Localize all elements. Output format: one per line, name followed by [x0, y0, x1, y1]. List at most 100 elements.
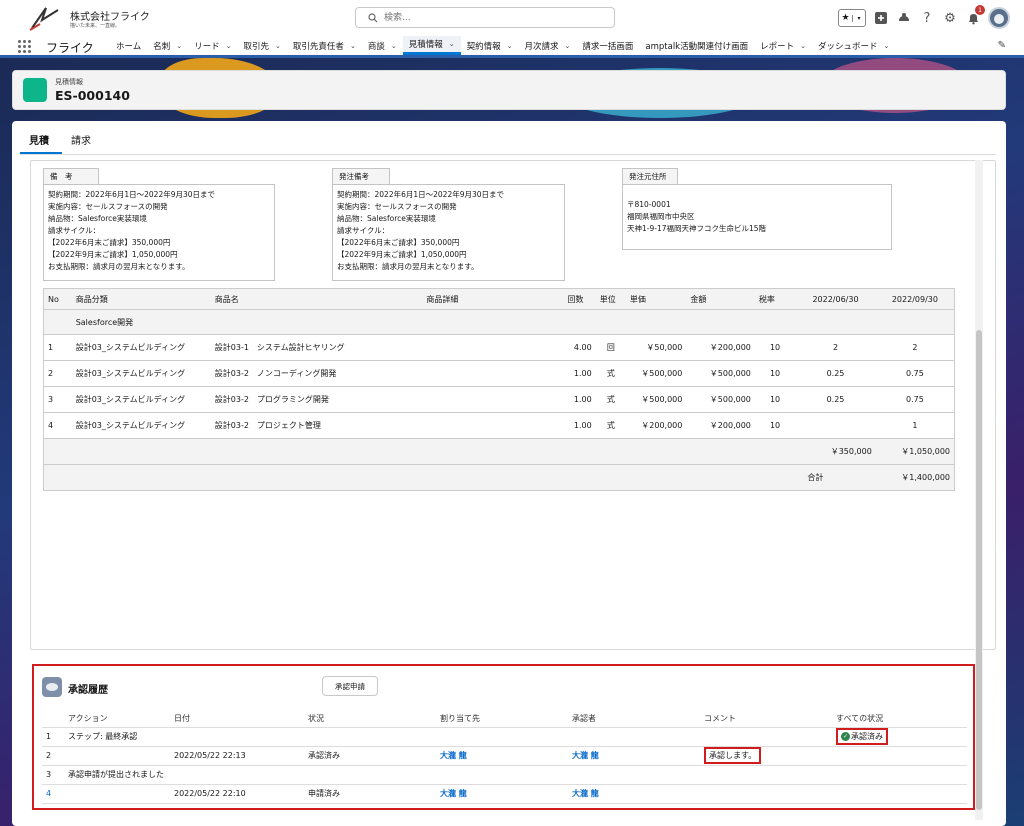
bell-icon[interactable]: 1: [965, 5, 985, 26]
record-tabs: 見積 請求: [20, 133, 104, 155]
user-avatar[interactable]: [988, 7, 1010, 29]
approval-row-number: 4: [42, 784, 64, 804]
col-unit: 単位: [595, 288, 626, 310]
approval-comment-cell: [700, 765, 832, 785]
chevron-down-icon[interactable]: ▾: [851, 14, 865, 22]
approval-assignee-link: [436, 727, 568, 747]
chevron-down-icon[interactable]: ⌄: [507, 42, 513, 50]
note-line: 請求サイクル：: [337, 226, 390, 235]
nav-item-label: 取引先: [243, 41, 270, 52]
note-line: 〒810-0001: [627, 200, 671, 209]
approval-status: 申請済み: [304, 784, 436, 804]
chevron-down-icon[interactable]: ⌄: [800, 42, 806, 50]
approval-assignee-link[interactable]: 大瀧 龍: [436, 746, 568, 766]
nav-item-2[interactable]: リード ⌄: [188, 36, 237, 55]
note-line: 請求サイクル：: [48, 226, 101, 235]
chevron-down-icon[interactable]: ⌄: [226, 42, 232, 50]
search-icon: [368, 13, 378, 23]
chevron-down-icon[interactable]: ⌄: [391, 42, 397, 50]
nav-item-6[interactable]: 見積情報 ⌄: [402, 36, 461, 55]
approval-approver-link[interactable]: 大瀧 龍: [568, 784, 700, 804]
scrollbar[interactable]: [975, 160, 983, 820]
item-cell-product: 設計03-2 プロジェクト管理: [210, 412, 423, 439]
approval-row: 3 承認申請が提出されました: [42, 765, 967, 785]
nav-item-label: 見積情報: [408, 40, 443, 50]
record-header: 見積情報 ES-000140: [12, 70, 1006, 255]
chevron-down-icon[interactable]: ⌄: [565, 42, 571, 50]
nav-item-8[interactable]: 月次請求 ⌄: [518, 36, 576, 55]
nav-item-3[interactable]: 取引先 ⌄: [238, 36, 287, 55]
nav-item-11[interactable]: レポート ⌄: [754, 36, 812, 55]
search-input[interactable]: [384, 11, 604, 25]
edit-nav-icon[interactable]: ✎: [998, 40, 1006, 51]
col-no: No: [43, 288, 72, 310]
item-cell-qty: 1.00: [563, 412, 596, 439]
note-line: お支払期限：請求月の翌月末となります。: [337, 262, 479, 271]
approval-approver-link[interactable]: 大瀧 龍: [568, 746, 700, 766]
approval-assignee-link[interactable]: 大瀧 龍: [436, 784, 568, 804]
record-type: 見積情報: [55, 78, 83, 86]
app-launcher-icon[interactable]: [18, 40, 31, 53]
nav-item-label: 請求一括画面: [582, 41, 634, 52]
chevron-down-icon[interactable]: ⌄: [350, 42, 356, 50]
gear-icon[interactable]: ⚙: [942, 10, 958, 26]
nav-item-10[interactable]: amptalk活動関連付け画面: [639, 36, 754, 55]
approval-date: 2022/05/22 22:10: [170, 784, 304, 804]
tab-invoice[interactable]: 請求: [62, 133, 104, 155]
nav-item-12[interactable]: ダッシュボード ⌄: [812, 36, 895, 55]
trailhead-icon[interactable]: [896, 10, 912, 26]
quote-items-table: No 商品分類 商品名 商品詳細 回数 単位 単価 金額 税率 2022/06/…: [43, 288, 955, 491]
nav-item-7[interactable]: 契約情報 ⌄: [461, 36, 519, 55]
item-cell-d1: [795, 412, 876, 439]
approval-comment-cell: [700, 727, 832, 747]
item-cell-qty: 1.00: [563, 386, 596, 413]
nav-item-label: レポート: [760, 41, 795, 52]
note-line: 【2022年9月末ご請求】1,050,000円: [337, 250, 467, 259]
help-icon[interactable]: ?: [919, 10, 935, 26]
nav-item-label: 契約情報: [466, 41, 501, 52]
item-cell-detail: [422, 386, 564, 413]
chevron-down-icon[interactable]: ⌄: [275, 42, 281, 50]
add-icon[interactable]: [873, 10, 889, 26]
app-navigation: フライク ホーム 名刺 ⌄ リード ⌄ 取引先 ⌄ 取引先責任者 ⌄ 商談 ⌄ 見積情報 ⌄ 契約情報 ⌄ 月…: [0, 36, 1024, 58]
note-line: 福岡県福岡市中央区: [627, 212, 695, 221]
nav-item-5[interactable]: 商談 ⌄: [362, 36, 403, 55]
nav-item-0[interactable]: ホーム: [110, 36, 147, 55]
global-search[interactable]: [355, 7, 615, 28]
app-name: フライク: [46, 41, 94, 55]
submit-approval-button[interactable]: 承認申請: [322, 676, 378, 696]
nav-item-label: ダッシュボード: [818, 41, 878, 52]
col-action: アクション: [64, 711, 170, 728]
favorites-button[interactable]: ★ ▾: [838, 9, 866, 27]
approval-comment-cell: 承認します。: [700, 746, 832, 766]
star-icon: ★: [841, 13, 850, 23]
approval-approver-link: [568, 765, 700, 785]
col-category: 商品分類: [71, 288, 211, 310]
chevron-down-icon[interactable]: ⌄: [176, 42, 182, 50]
approval-action: [64, 746, 170, 766]
company-logo[interactable]: [28, 4, 64, 32]
col-date1: 2022/06/30: [795, 288, 876, 310]
approval-assignee-link: [436, 765, 568, 785]
chevron-down-icon[interactable]: ⌄: [449, 40, 455, 48]
nav-item-label: 商談: [367, 41, 385, 52]
overall-status-badge: ✓ 承認済み: [836, 728, 888, 745]
nav-item-4[interactable]: 取引先責任者 ⌄: [287, 36, 362, 55]
chevron-down-icon[interactable]: ⌄: [884, 42, 890, 50]
note-line: 納品物：Salesforce実装環境: [337, 214, 436, 223]
tab-quote[interactable]: 見積: [20, 133, 62, 155]
nav-item-9[interactable]: 請求一括画面: [576, 36, 639, 55]
item-cell-d2: 0.75: [875, 386, 955, 413]
notification-badge: 1: [975, 5, 985, 15]
nav-item-1[interactable]: 名刺 ⌄: [147, 36, 188, 55]
approval-comment-cell: [700, 784, 832, 804]
item-cell-tax: 10: [754, 412, 796, 439]
approval-overall-cell: [832, 765, 967, 785]
address-label: 発注元住所: [622, 168, 678, 184]
approval-row: 2 2022/05/22 22:13 承認済み 大瀧 龍大瀧 龍承認します。: [42, 746, 967, 766]
item-cell-amount: ￥500,000: [686, 360, 755, 387]
item-cell-tax: 10: [754, 360, 796, 387]
item-cell-no: 3: [43, 386, 72, 413]
col-price: 単価: [625, 288, 687, 310]
approval-comment: 承認します。: [704, 747, 762, 764]
